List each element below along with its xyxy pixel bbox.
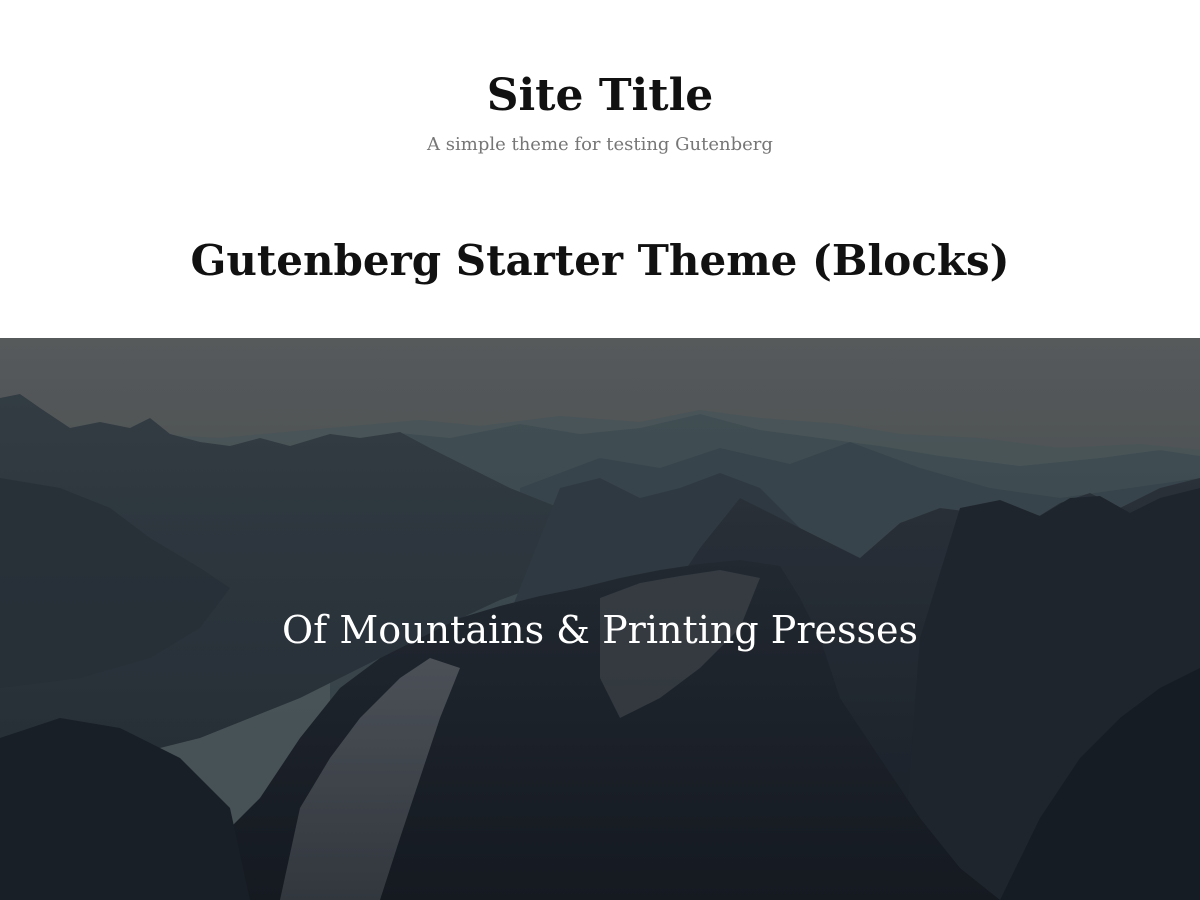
cover-heading: Of Mountains & Printing Presses bbox=[282, 608, 918, 652]
cover-block: Of Mountains & Printing Presses bbox=[0, 338, 1200, 900]
page-title: Gutenberg Starter Theme (Blocks) bbox=[190, 236, 1010, 285]
site-header: Site Title A simple theme for testing Gu… bbox=[0, 0, 1200, 338]
site-tagline: A simple theme for testing Gutenberg bbox=[427, 134, 773, 155]
site-title-link[interactable]: Site Title bbox=[0, 66, 1200, 126]
